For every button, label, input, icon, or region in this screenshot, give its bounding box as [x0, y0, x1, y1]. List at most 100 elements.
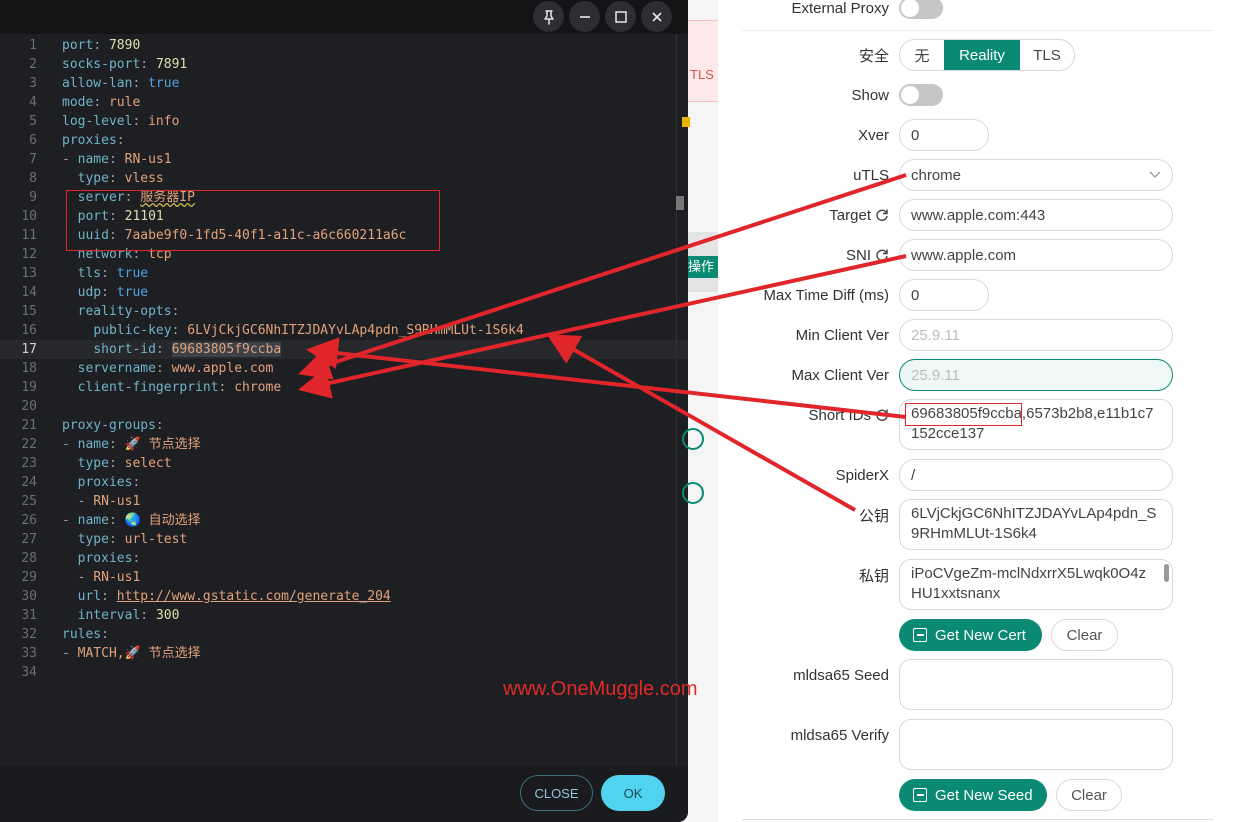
line-text: - name: 🌏 自动选择 [62, 513, 201, 528]
line-number: 16 [21, 323, 37, 338]
private-key-textarea[interactable]: iPoCVgeZm-mclNdxrrX5Lwqk0O4zHU1xxtsnanx [899, 559, 1173, 610]
pin-icon[interactable] [533, 1, 564, 32]
code-line[interactable]: 32 rules: [0, 625, 688, 644]
external-proxy-switch[interactable] [899, 0, 943, 19]
line-text: - name: RN-us1 [62, 152, 172, 167]
sni-input[interactable]: www.apple.com [899, 239, 1173, 271]
public-key-textarea[interactable]: 6LVjCkjGC6NhITZJDAYvLAp4pdn_S9RHmMLUt-1S… [899, 499, 1173, 550]
line-text: proxies: [77, 551, 141, 566]
line-number: 1 [29, 38, 37, 53]
import-icon [913, 628, 927, 642]
line-number: 32 [21, 627, 37, 642]
get-new-seed-button[interactable]: Get New Seed [899, 779, 1047, 811]
mldsa65-seed-textarea[interactable] [899, 659, 1173, 710]
code-editor[interactable]: 1 port: 7890 2 socks-port: 7891 3 allow-lan: … [0, 34, 688, 766]
code-line[interactable]: 30 url: http://www.gstatic.com/generate_… [0, 587, 688, 606]
max-time-diff-input[interactable]: 0 [899, 279, 989, 311]
security-option-reality[interactable]: Reality [944, 40, 1020, 70]
line-text: socks-port: 7891 [62, 57, 188, 72]
code-line[interactable]: 4 mode: rule [0, 93, 688, 112]
code-line[interactable]: 21 proxy-groups: [0, 416, 688, 435]
code-line[interactable]: 26 - name: 🌏 自动选择 [0, 511, 688, 530]
code-line[interactable]: 15 reality-opts: [0, 302, 688, 321]
line-text: servername: www.apple.com [77, 361, 274, 376]
clear-seed-button[interactable]: Clear [1056, 779, 1122, 811]
mldsa65-verify-label: mldsa65 Verify [790, 726, 889, 744]
line-text: mode: rule [62, 95, 141, 110]
security-option-tls[interactable]: TLS [1020, 40, 1074, 70]
code-line[interactable]: 8 type: vless [0, 169, 688, 188]
divider [742, 819, 1214, 820]
code-line[interactable]: 33 - MATCH,🚀 节点选择 [0, 644, 688, 663]
mldsa65-seed-label: mldsa65 Seed [793, 666, 889, 684]
mldsa65-verify-textarea[interactable] [899, 719, 1173, 770]
line-number: 17 [21, 342, 37, 357]
line-number: 2 [29, 57, 37, 72]
line-number: 3 [29, 76, 37, 91]
spiderx-input[interactable]: / [899, 459, 1173, 491]
import-icon [913, 788, 927, 802]
refresh-icon[interactable] [875, 248, 889, 262]
max-client-ver-input[interactable]: 25.9.11 [899, 359, 1173, 391]
code-line[interactable]: 27 type: url-test [0, 530, 688, 549]
code-line[interactable]: 2 socks-port: 7891 [0, 55, 688, 74]
code-line[interactable]: 16 public-key: 6LVjCkjGC6NhITZJDAYvLAp4p… [0, 321, 688, 340]
line-text: type: select [77, 456, 172, 471]
line-text: proxies: [62, 133, 125, 148]
refresh-icon[interactable] [875, 408, 889, 422]
refresh-icon[interactable] [875, 208, 889, 222]
line-number: 27 [21, 532, 37, 547]
line-number: 7 [29, 152, 37, 167]
background-marker [682, 117, 690, 127]
textarea-scrollbar[interactable] [1164, 564, 1169, 582]
get-new-cert-button[interactable]: Get New Cert [899, 619, 1042, 651]
code-line[interactable]: 1 port: 7890 [0, 36, 688, 55]
utls-select[interactable]: chrome [899, 159, 1173, 191]
code-line[interactable]: 5 log-level: info [0, 112, 688, 131]
code-line[interactable]: 3 allow-lan: true [0, 74, 688, 93]
code-line[interactable]: 18 servername: www.apple.com [0, 359, 688, 378]
maximize-icon[interactable] [605, 1, 636, 32]
line-number: 13 [21, 266, 37, 281]
min-client-ver-input[interactable]: 25.9.11 [899, 319, 1173, 351]
code-line[interactable]: 19 client-fingerprint: chrome [0, 378, 688, 397]
code-line[interactable]: 23 type: select [0, 454, 688, 473]
code-line[interactable]: 14 udp: true [0, 283, 688, 302]
line-text: reality-opts: [77, 304, 180, 319]
background-toggle-2 [682, 482, 704, 504]
line-number: 4 [29, 95, 37, 110]
short-ids-label-group: Short IDs [808, 406, 889, 424]
target-label: Target [829, 206, 871, 224]
close-icon[interactable] [641, 1, 672, 32]
code-line[interactable]: 13 tls: true [0, 264, 688, 283]
xver-input[interactable]: 0 [899, 119, 989, 151]
minimize-icon[interactable] [569, 1, 600, 32]
code-line[interactable]: 24 proxies: [0, 473, 688, 492]
code-line[interactable]: 7 - name: RN-us1 [0, 150, 688, 169]
code-line[interactable]: 17 short-id: 69683805f9ccba [0, 340, 688, 359]
ok-button[interactable]: OK [601, 775, 665, 811]
code-line[interactable]: 31 interval: 300 [0, 606, 688, 625]
line-number: 19 [21, 380, 37, 395]
line-text: client-fingerprint: chrome [77, 380, 282, 395]
code-line[interactable]: 6 proxies: [0, 131, 688, 150]
show-switch[interactable] [899, 84, 943, 106]
line-number: 25 [21, 494, 37, 509]
code-line[interactable]: 28 proxies: [0, 549, 688, 568]
target-label-group: Target [829, 206, 889, 224]
background-table-header: 操作 [688, 232, 718, 292]
watermark-text: www.OneMuggle.com [503, 678, 698, 700]
line-number: 8 [29, 171, 37, 186]
inbound-settings-panel: External Proxy 安全 无 Reality TLS Show Xve… [718, 0, 1240, 822]
close-button[interactable]: CLOSE [520, 775, 593, 811]
code-line[interactable]: 29 - RN-us1 [0, 568, 688, 587]
code-line[interactable]: 20 [0, 397, 688, 416]
line-text: short-id: 69683805f9ccba [93, 342, 282, 357]
get-new-cert-label: Get New Cert [935, 626, 1026, 644]
security-option-none[interactable]: 无 [900, 40, 944, 70]
line-text: interval: 300 [77, 608, 180, 623]
code-line[interactable]: 25 - RN-us1 [0, 492, 688, 511]
code-line[interactable]: 22 - name: 🚀 节点选择 [0, 435, 688, 454]
clear-cert-button[interactable]: Clear [1051, 619, 1118, 651]
target-input[interactable]: www.apple.com:443 [899, 199, 1173, 231]
